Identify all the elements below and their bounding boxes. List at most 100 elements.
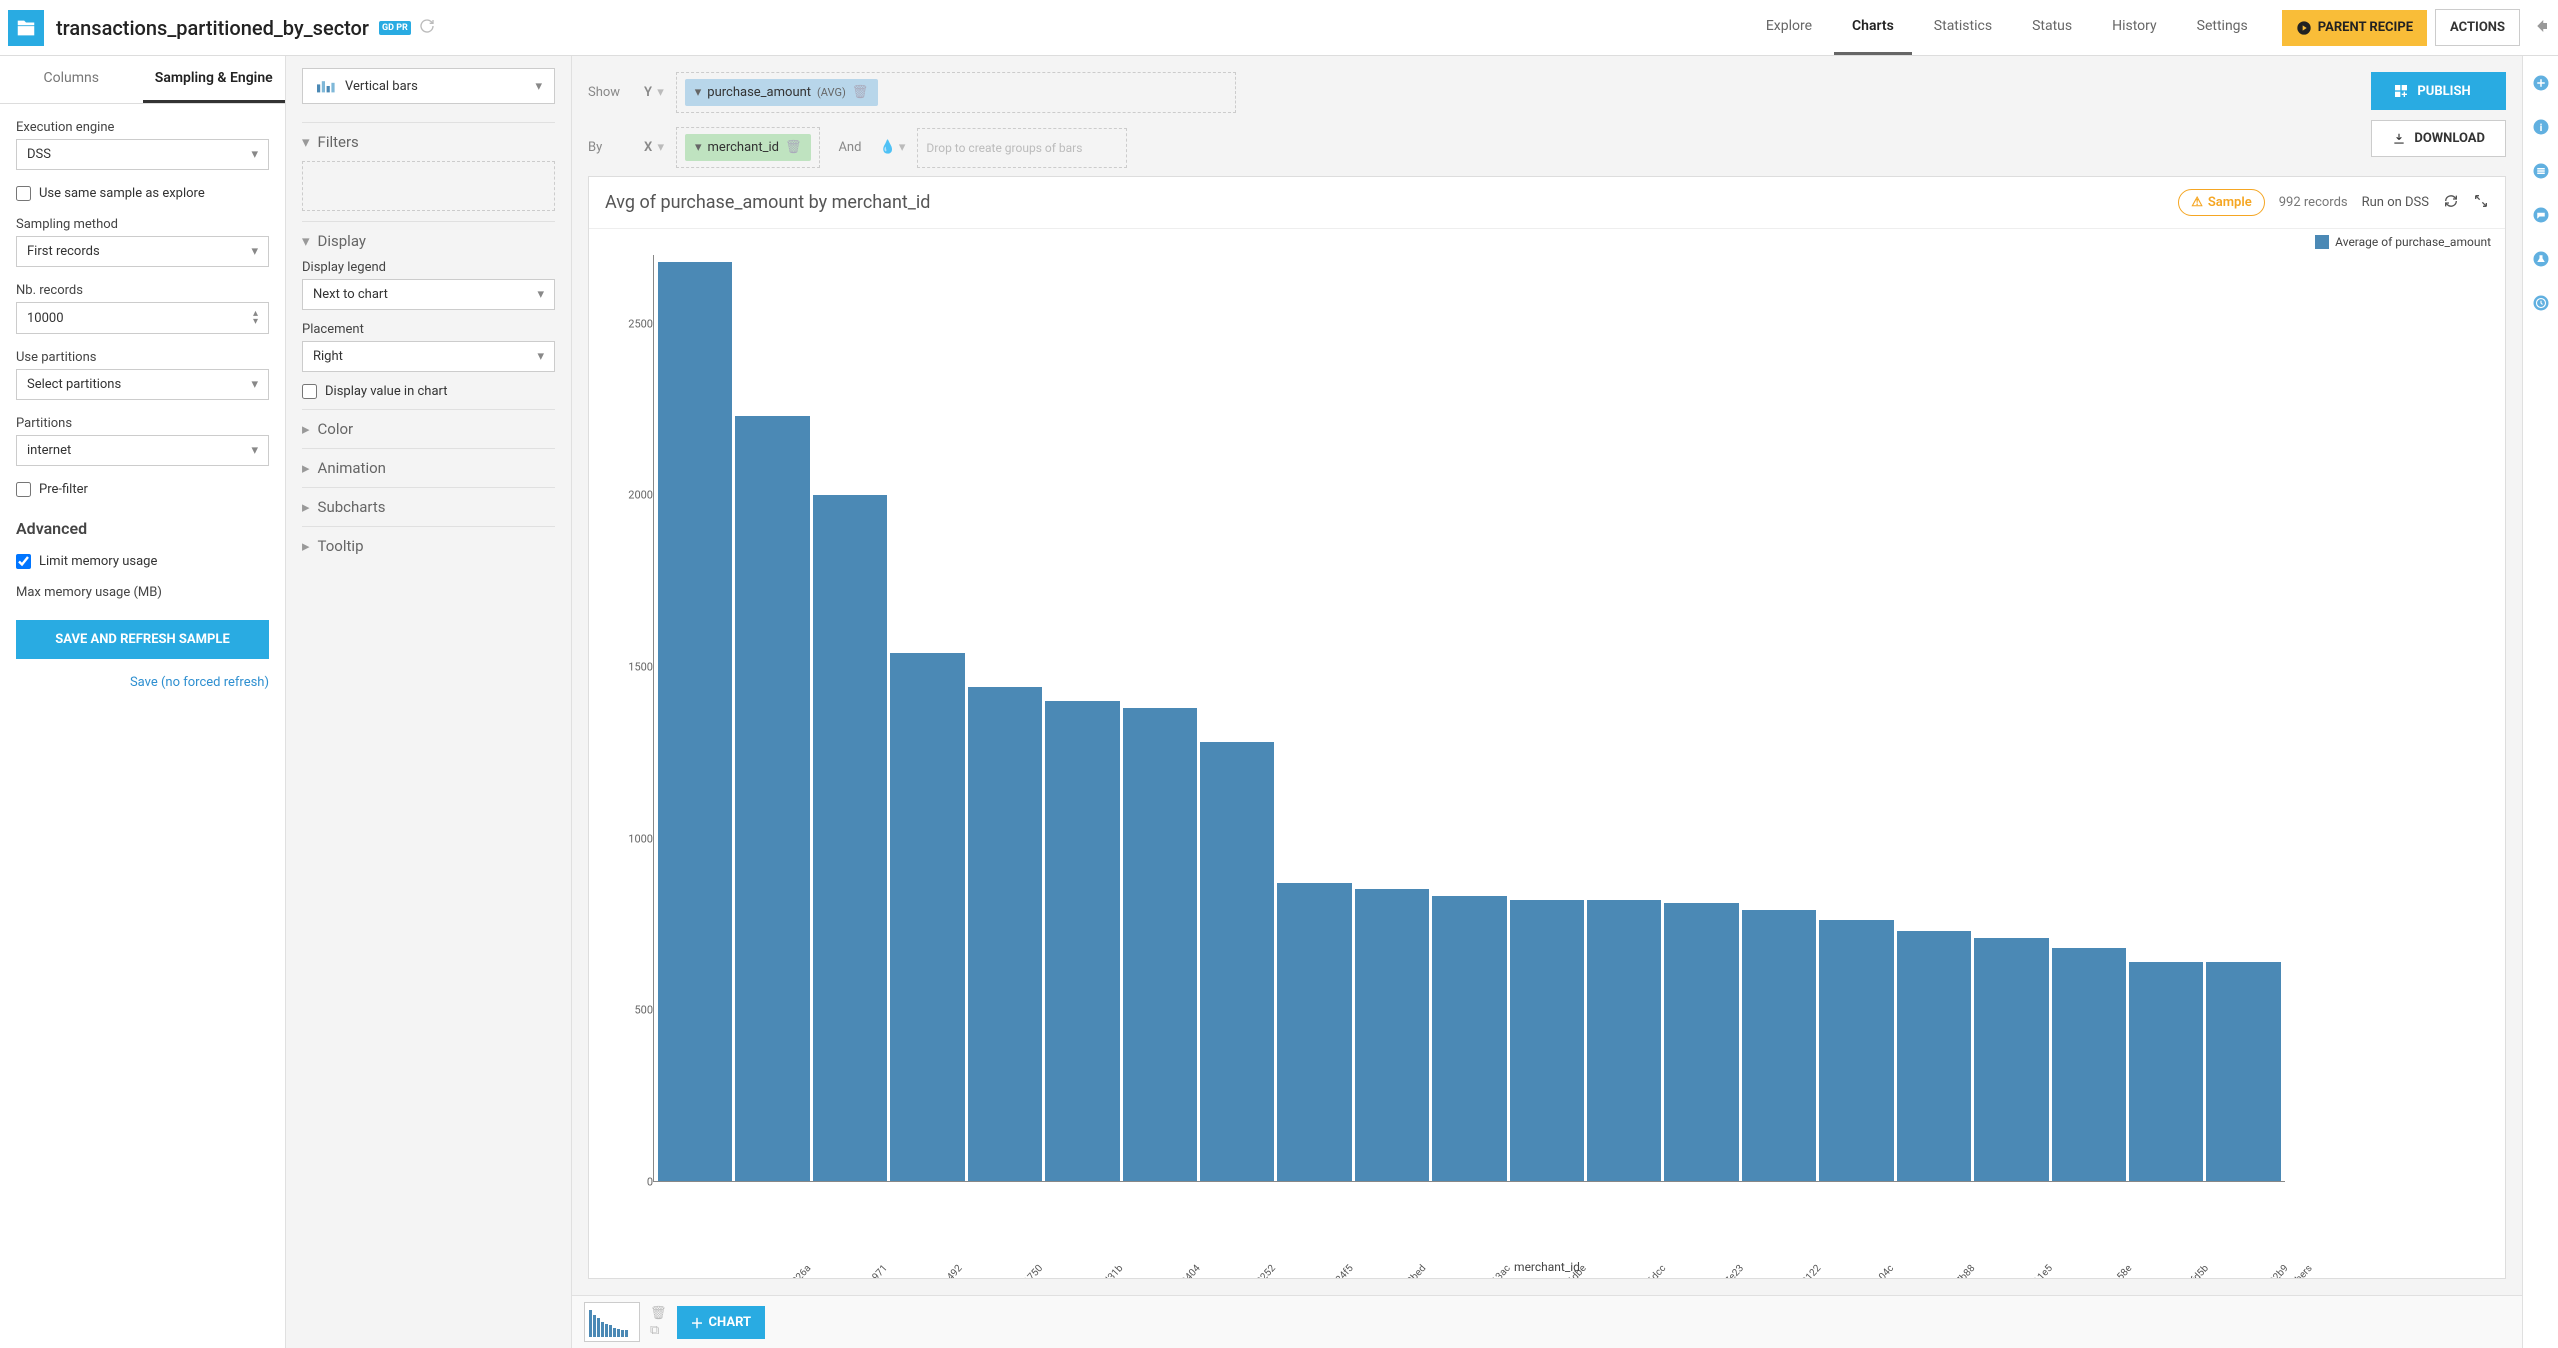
display-legend-label: Display legend	[302, 260, 555, 275]
bar[interactable]	[735, 416, 809, 1181]
animation-section-toggle[interactable]: ▸ Animation	[302, 459, 555, 477]
bar[interactable]	[813, 495, 887, 1181]
bar[interactable]	[1897, 931, 1971, 1181]
parent-recipe-button[interactable]: PARENT RECIPE	[2282, 10, 2427, 46]
top-tab-explore[interactable]: Explore	[1748, 0, 1830, 55]
rail-lab-icon[interactable]	[2532, 250, 2550, 272]
color-section-toggle[interactable]: ▸ Color	[302, 420, 555, 438]
bar[interactable]	[890, 653, 964, 1181]
engine-select[interactable]: DSS ▾	[16, 139, 269, 170]
pre-filter-checkbox[interactable]: Pre-filter	[16, 482, 269, 497]
panel-tab-columns[interactable]: Columns	[0, 56, 143, 103]
subcharts-section-toggle[interactable]: ▸ Subcharts	[302, 498, 555, 516]
expand-chart-icon[interactable]	[2473, 193, 2489, 213]
bar[interactable]	[1819, 920, 1893, 1181]
publish-label: PUBLISH	[2417, 84, 2470, 99]
refresh-chart-icon[interactable]	[2443, 193, 2459, 213]
y-drop-zone[interactable]: ▾ purchase_amount (AVG) 🗑	[676, 72, 1236, 113]
back-icon[interactable]	[2532, 17, 2550, 39]
tooltip-section-toggle[interactable]: ▸ Tooltip	[302, 537, 555, 555]
bar[interactable]	[1123, 708, 1197, 1181]
x-tick: M_ID_b85dffc492	[904, 1263, 965, 1278]
use-same-sample-input[interactable]	[16, 186, 31, 201]
x-drop-zone[interactable]: ▾ merchant_id 🗑	[676, 127, 820, 168]
display-value-label: Display value in chart	[325, 384, 448, 399]
sample-chip[interactable]: ⚠ Sample	[2178, 189, 2265, 216]
bar[interactable]	[1742, 910, 1816, 1181]
sample-chip-label: Sample	[2208, 195, 2252, 210]
trash-icon[interactable]: 🗑	[852, 85, 869, 100]
bar[interactable]	[658, 262, 732, 1181]
delete-thumb-icon[interactable]: 🗑	[650, 1306, 667, 1321]
partitions-select[interactable]: internet ▾	[16, 435, 269, 466]
sampling-method-select[interactable]: First records ▾	[16, 236, 269, 267]
x-pill[interactable]: ▾ merchant_id 🗑	[685, 134, 811, 161]
chevron-right-icon: ▸	[302, 459, 310, 477]
display-section-toggle[interactable]: ▾ Display	[302, 232, 555, 250]
trash-icon[interactable]: 🗑	[785, 140, 802, 155]
actions-button[interactable]: ACTIONS	[2435, 9, 2520, 46]
bar[interactable]	[1277, 883, 1351, 1181]
partitions-value: internet	[27, 443, 71, 458]
bar[interactable]	[1200, 742, 1274, 1181]
bar[interactable]	[1355, 889, 1429, 1181]
stepper-icon[interactable]: ▴▾	[253, 310, 258, 326]
top-tab-charts[interactable]: Charts	[1834, 0, 1912, 55]
legend-swatch	[2315, 235, 2329, 249]
publish-button[interactable]: PUBLISH	[2371, 72, 2506, 110]
display-value-checkbox[interactable]: Display value in chart	[302, 384, 555, 399]
save-no-refresh-link[interactable]: Save (no forced refresh)	[16, 675, 269, 690]
x-tick: M_ID_1c23e49404	[1139, 1263, 1202, 1278]
use-partitions-label: Use partitions	[16, 350, 269, 365]
y-tick: 1000	[628, 832, 653, 845]
top-tab-statistics[interactable]: Statistics	[1916, 0, 2010, 55]
chart-thumbnail[interactable]	[584, 1302, 640, 1342]
group-drop-hint: Drop to create groups of bars	[926, 141, 1082, 155]
rail-info-icon[interactable]: i	[2532, 118, 2550, 140]
chart-type-select[interactable]: Vertical bars ▾	[302, 68, 555, 104]
bar[interactable]	[968, 687, 1042, 1181]
rail-chat-icon[interactable]	[2532, 206, 2550, 228]
top-tab-status[interactable]: Status	[2014, 0, 2090, 55]
rail-history-icon[interactable]	[2532, 294, 2550, 316]
y-pill[interactable]: ▾ purchase_amount (AVG) 🗑	[685, 79, 879, 106]
use-same-sample-checkbox[interactable]: Use same sample as explore	[16, 186, 269, 201]
advanced-heading: Advanced	[16, 519, 269, 538]
rail-stack-icon[interactable]	[2532, 162, 2550, 184]
caret-icon: ▾	[535, 79, 542, 94]
display-value-input[interactable]	[302, 384, 317, 399]
refresh-icon[interactable]	[419, 18, 435, 38]
limit-memory-input[interactable]	[16, 554, 31, 569]
group-drop-zone[interactable]: Drop to create groups of bars	[917, 128, 1127, 168]
copy-thumb-icon[interactable]: ⧉	[650, 1323, 667, 1338]
use-partitions-select[interactable]: Select partitions ▾	[16, 369, 269, 400]
nb-records-input[interactable]: 10000 ▴▾	[16, 302, 269, 334]
bar[interactable]	[2129, 962, 2203, 1181]
bar[interactable]	[2052, 948, 2126, 1181]
bar[interactable]	[1974, 938, 2048, 1182]
add-chart-button[interactable]: ＋ CHART	[677, 1306, 766, 1339]
bar[interactable]	[2206, 962, 2280, 1181]
panel-tab-sampling-engine[interactable]: Sampling & Engine	[143, 56, 286, 103]
bar[interactable]	[1432, 896, 1506, 1181]
tint-icon[interactable]: 💧 ▾	[879, 140, 905, 155]
placement-select[interactable]: Right ▾	[302, 341, 555, 372]
display-legend-select[interactable]: Next to chart ▾	[302, 279, 555, 310]
download-button[interactable]: DOWNLOAD	[2371, 120, 2506, 157]
caret-icon: ▾	[537, 287, 544, 302]
pre-filter-input[interactable]	[16, 482, 31, 497]
filters-drop-zone[interactable]	[302, 161, 555, 211]
rail-add-icon[interactable]	[2532, 74, 2550, 96]
bar[interactable]	[1587, 900, 1661, 1181]
save-refresh-button[interactable]: SAVE AND REFRESH SAMPLE	[16, 620, 269, 659]
x-tick: Others	[2287, 1263, 2315, 1278]
top-tab-settings[interactable]: Settings	[2179, 0, 2266, 55]
x-tick: M_ID_4ee63692b9	[2227, 1263, 2290, 1278]
use-partitions-value: Select partitions	[27, 377, 121, 392]
bar[interactable]	[1510, 900, 1584, 1181]
bar[interactable]	[1664, 903, 1738, 1181]
top-tab-history[interactable]: History	[2094, 0, 2175, 55]
limit-memory-checkbox[interactable]: Limit memory usage	[16, 554, 269, 569]
bar[interactable]	[1045, 701, 1119, 1181]
filters-section-toggle[interactable]: ▾ Filters	[302, 133, 555, 151]
